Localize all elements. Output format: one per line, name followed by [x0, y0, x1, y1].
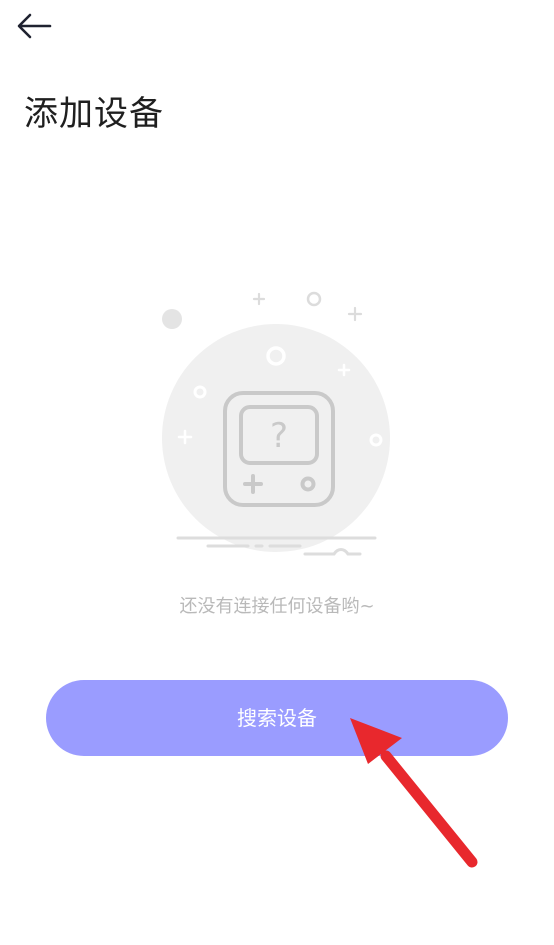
back-button[interactable] [14, 10, 58, 46]
arrow-left-icon [17, 13, 52, 39]
search-device-button[interactable]: 搜索设备 [46, 680, 508, 756]
empty-state-message: 还没有连接任何设备哟~ [179, 596, 375, 617]
device-question-icon: ? [162, 291, 390, 556]
page-title: 添加设备 [24, 94, 164, 134]
svg-text:?: ? [270, 416, 288, 456]
